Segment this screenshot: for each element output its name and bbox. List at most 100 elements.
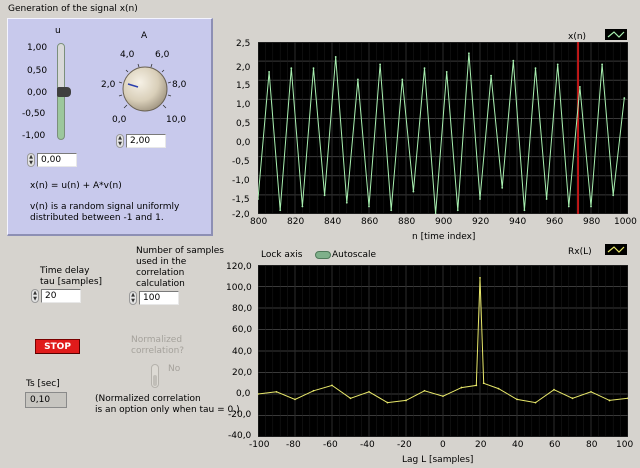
x-tick-label: -20: [397, 440, 412, 450]
ts-label: Ts [sec]: [26, 379, 60, 389]
normalized-toggle[interactable]: [151, 364, 159, 388]
stop-button[interactable]: STOP: [35, 339, 80, 354]
data-point: [579, 85, 581, 88]
x-tick-label: 40: [512, 440, 524, 450]
x-tick-label: 80: [586, 440, 598, 450]
x-tick-label: 60: [549, 440, 561, 450]
data-point: [523, 209, 526, 212]
x-tick-label: 900: [435, 217, 453, 227]
tau-value-field[interactable]: 20: [41, 289, 81, 303]
series-line: [257, 53, 625, 215]
data-point: [501, 186, 504, 189]
lock-axis-label: Lock axis: [261, 250, 303, 260]
data-point: [482, 382, 485, 385]
toggle-lever: [153, 375, 157, 386]
data-point: [257, 198, 259, 200]
u-scale-label: 1,00: [27, 43, 48, 53]
u-spinner[interactable]: ▲ ▼: [27, 153, 35, 167]
tau-spinner[interactable]: ▲ ▼: [31, 289, 39, 303]
data-point: [545, 198, 548, 200]
data-point: [479, 198, 481, 200]
x-tick-label: -60: [323, 440, 338, 450]
autoscale-toggle[interactable]: [315, 251, 331, 259]
data-point: [279, 209, 282, 212]
y-tick-label: 0,0: [236, 138, 251, 148]
data-point: [445, 71, 448, 73]
data-point: [456, 209, 459, 212]
u-scale-label: -1,00: [22, 131, 46, 141]
nsamples-label: calculation: [136, 279, 185, 289]
data-point: [479, 277, 481, 279]
x-tick-label: -40: [360, 440, 375, 450]
y-tick-label: 120,0: [226, 262, 252, 272]
a-scale-label: 4,0: [120, 50, 135, 60]
rx-legend-swatch[interactable]: [605, 244, 627, 255]
x-tick-label: 1000: [614, 217, 637, 227]
data-point: [475, 384, 478, 387]
tau-label: Time delay: [40, 266, 90, 276]
nsamples-label: used in the: [136, 257, 187, 267]
data-point: [534, 401, 537, 404]
y-tick-label: 0,0: [236, 389, 251, 399]
signal-plot[interactable]: [257, 41, 629, 215]
nsamples-spinner[interactable]: ▲ ▼: [129, 291, 137, 305]
correlation-plot[interactable]: [257, 264, 629, 438]
x-tick-label: 840: [324, 217, 342, 227]
x-tick-label: 860: [361, 217, 379, 227]
y-tick-label: -1,0: [232, 176, 250, 186]
x-tick-label: 980: [583, 217, 601, 227]
a-spinner[interactable]: ▲ ▼: [116, 134, 124, 148]
data-point: [434, 213, 437, 215]
data-point: [312, 67, 315, 70]
y-tick-label: 80,0: [232, 304, 253, 314]
signal-plot-svg: [257, 41, 629, 215]
data-point: [556, 63, 559, 66]
normalized-state-label: No: [168, 364, 181, 374]
data-point: [345, 201, 348, 204]
u-scale-label: 0,50: [27, 66, 48, 76]
data-point: [442, 395, 444, 398]
x-tick-label: -100: [249, 440, 270, 450]
data-point: [627, 397, 629, 400]
data-point: [512, 59, 515, 62]
x-tick-label: -80: [286, 440, 301, 450]
x-tick-label: 820: [287, 217, 305, 227]
legend-line-icon: [607, 246, 625, 253]
data-point: [290, 67, 293, 70]
xn-x-axis-label: n [time index]: [412, 232, 476, 242]
data-point: [623, 97, 626, 99]
ts-display: 0,10: [25, 392, 67, 408]
nsamples-label: Number of samples: [136, 246, 224, 256]
data-point: [275, 390, 278, 393]
data-point: [612, 194, 615, 197]
a-scale-label: 0,0: [112, 115, 127, 125]
data-point: [357, 78, 359, 81]
x-tick-label: 960: [546, 217, 564, 227]
data-point: [312, 389, 315, 392]
data-point: [423, 67, 426, 70]
note-text: v(n) is a random signal uniformly: [30, 202, 180, 212]
data-point: [368, 390, 370, 393]
a-value-field[interactable]: 2,00: [126, 134, 166, 148]
xn-legend-swatch[interactable]: [605, 29, 627, 40]
data-point: [386, 401, 389, 404]
data-point: [534, 67, 537, 70]
a-label: A: [141, 31, 148, 41]
knob-body[interactable]: [122, 66, 168, 112]
data-point: [268, 71, 270, 73]
y-tick-label: 60,0: [232, 325, 253, 335]
u-label: u: [55, 26, 61, 36]
data-point: [571, 397, 574, 400]
data-point: [497, 387, 500, 390]
u-slider-handle[interactable]: [57, 87, 71, 97]
u-value-field[interactable]: 0,00: [37, 153, 77, 167]
y-tick-label: 100,0: [226, 283, 252, 293]
data-point: [553, 388, 555, 391]
a-knob[interactable]: [110, 60, 176, 116]
a-scale-label: 6,0: [155, 50, 170, 60]
u-scale-label: -0,50: [22, 109, 46, 119]
x-tick-label: 880: [398, 217, 416, 227]
nsamples-value-field[interactable]: 100: [139, 291, 179, 305]
x-tick-label: 800: [250, 217, 268, 227]
y-tick-label: 20,0: [232, 368, 253, 378]
